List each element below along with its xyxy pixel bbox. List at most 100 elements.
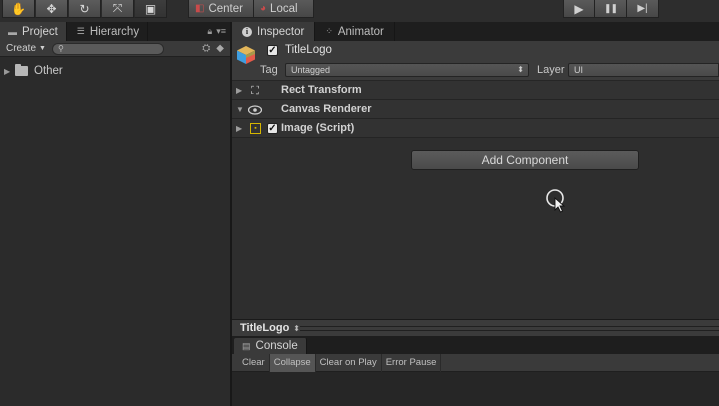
component-label: Image (Script) [281, 122, 355, 134]
expand-arrow-icon[interactable]: ▶ [236, 86, 242, 95]
preview-title: TitleLogo ⬍ [240, 322, 300, 334]
tab-project-label: Project [22, 25, 58, 38]
play-button[interactable]: ▶ [563, 0, 595, 18]
panel-options: 🔒︎ ▾≡ [207, 26, 226, 37]
layer-dropdown[interactable]: UI [568, 63, 719, 77]
preview-bar[interactable]: TitleLogo ⬍ [232, 319, 719, 336]
component-canvas-renderer[interactable]: ▼ Canvas Renderer [232, 100, 719, 119]
add-component-area: Add Component [232, 149, 719, 179]
project-tree: ▶ Other [0, 57, 230, 79]
layer-label: Layer [537, 64, 565, 76]
filter-by-label-icon[interactable]: ◆ [216, 43, 224, 54]
tree-item-other[interactable]: ▶ Other [0, 63, 230, 79]
pivot-label: Center [208, 2, 243, 15]
move-tool-button[interactable]: ✥ [35, 0, 68, 18]
console-icon: ▤ [242, 340, 251, 351]
console-clear-on-play-button[interactable]: Clear on Play [316, 353, 382, 372]
image-script-icon: ▪ [250, 123, 261, 134]
rect-transform-icon: ⛶ [251, 84, 259, 97]
inspector-panel: i Inspector ⁘ Animator ✓ TitleLogo Tag U… [232, 22, 719, 406]
layer-value: UI [574, 65, 583, 75]
filter-by-type-icon[interactable]: ⛭ [202, 43, 210, 54]
left-tabbar: ▬ Project ☰ Hierarchy 🔒︎ ▾≡ [0, 22, 230, 41]
right-tabbar: i Inspector ⁘ Animator [232, 22, 719, 41]
hand-tool-button[interactable]: ✋ [2, 0, 35, 18]
tab-inspector-label: Inspector [257, 25, 305, 38]
pivot-center-button[interactable]: ◧ Center [188, 0, 254, 18]
console-collapse-button[interactable]: Collapse [269, 353, 316, 372]
collapse-arrow-icon[interactable]: ▼ [236, 105, 244, 114]
pause-button[interactable]: ❚❚ [595, 0, 627, 18]
transform-tools: ✋ ✥ ↻ ⤧ ▣ [2, 0, 167, 18]
play-icon: ▶ [574, 1, 584, 16]
component-enabled-checkbox[interactable]: ✓ [267, 123, 278, 134]
folder-icon [15, 64, 28, 76]
lock-icon[interactable]: 🔒︎ [207, 26, 212, 37]
tab-hierarchy[interactable]: ☰ Hierarchy [67, 22, 149, 41]
tree-item-label: Other [34, 65, 63, 77]
tab-animator[interactable]: ⁘ Animator [315, 22, 395, 41]
dropdown-arrows-icon: ⬍ [517, 65, 524, 74]
main-toolbar: ✋ ✥ ↻ ⤧ ▣ ◧ Center ◕ Local ▶ ❚❚ ▶| [0, 0, 719, 22]
tab-animator-label: Animator [337, 25, 384, 38]
panel-menu-icon[interactable]: ▾≡ [216, 26, 226, 37]
tag-value: Untagged [291, 65, 331, 75]
search-input[interactable]: ⚲ [51, 42, 164, 55]
component-image-script[interactable]: ▶ ▪ ✓ Image (Script) [232, 119, 719, 138]
console-clear-button[interactable]: Clear [238, 353, 270, 372]
space-label: Local [270, 2, 298, 15]
tag-dropdown[interactable]: Untagged ⬍ [285, 63, 529, 77]
tab-project[interactable]: ▬ Project [0, 22, 67, 41]
console-tabbar: ▤ Console [232, 336, 719, 354]
pause-icon: ❚❚ [603, 3, 618, 13]
info-icon: i [242, 26, 252, 37]
component-label: Canvas Renderer [281, 103, 372, 115]
object-name-field[interactable]: TitleLogo [285, 44, 332, 56]
hand-icon: ✋ [11, 1, 26, 16]
add-component-button[interactable]: Add Component [411, 150, 639, 170]
rotate-tool-button[interactable]: ↻ [68, 0, 101, 18]
create-label: Create [6, 43, 37, 54]
tab-console-label: Console [255, 340, 298, 352]
pivot-local-button[interactable]: ◕ Local [254, 0, 314, 18]
gameobject-cube-icon [237, 46, 255, 64]
animator-icon: ⁘ [325, 26, 333, 36]
rotate-icon: ↻ [79, 1, 90, 16]
tab-inspector[interactable]: i Inspector [232, 22, 316, 41]
expand-arrow-icon[interactable]: ▶ [4, 67, 12, 76]
search-icon: ⚲ [57, 44, 64, 53]
drag-handle[interactable] [300, 326, 719, 331]
list-icon: ☰ [76, 26, 85, 36]
move-icon: ✥ [46, 1, 57, 16]
scale-tool-button[interactable]: ⤧ [101, 0, 134, 18]
active-checkbox[interactable]: ✓ [267, 45, 278, 56]
chevron-down-icon: ▼ [39, 45, 46, 52]
step-icon: ▶| [637, 3, 648, 14]
step-button[interactable]: ▶| [627, 0, 659, 18]
project-filter-tools: ⛭ ◆ [202, 43, 224, 54]
console-error-pause-button[interactable]: Error Pause [382, 353, 442, 372]
console-log-list[interactable] [232, 372, 719, 406]
create-dropdown[interactable]: Create ▼ [6, 43, 46, 54]
tab-console[interactable]: ▤ Console [234, 338, 307, 354]
component-rect-transform[interactable]: ▶ ⛶ Rect Transform [232, 81, 719, 100]
play-controls: ▶ ❚❚ ▶| [563, 0, 659, 18]
console-toolbar: Clear Collapse Clear on Play Error Pause [232, 353, 719, 372]
tag-label: Tag [260, 64, 278, 76]
tab-hierarchy-label: Hierarchy [89, 25, 140, 38]
console-panel: ▤ Console Clear Collapse Clear on Play E… [232, 336, 719, 406]
mouse-cursor-icon [546, 189, 566, 213]
pivot-icon: ◧ [195, 3, 205, 14]
gameobject-header: ✓ TitleLogo Tag Untagged ⬍ Layer UI [232, 41, 719, 81]
expand-arrow-icon[interactable]: ▶ [236, 124, 242, 133]
project-panel: ▬ Project ☰ Hierarchy 🔒︎ ▾≡ Create ▼ ⚲ ⛭… [0, 22, 230, 406]
rect-tool-icon: ▣ [144, 1, 157, 16]
local-space-icon: ◕ [260, 3, 267, 14]
rect-tool-button[interactable]: ▣ [134, 0, 167, 18]
pivot-controls: ◧ Center ◕ Local [188, 0, 314, 18]
dropdown-arrows-icon[interactable]: ⬍ [293, 324, 300, 333]
project-toolbar: Create ▼ ⚲ ⛭ ◆ [0, 41, 230, 57]
folder-icon: ▬ [8, 26, 17, 37]
eye-icon [248, 103, 262, 117]
preview-title-label: TitleLogo [240, 322, 290, 334]
